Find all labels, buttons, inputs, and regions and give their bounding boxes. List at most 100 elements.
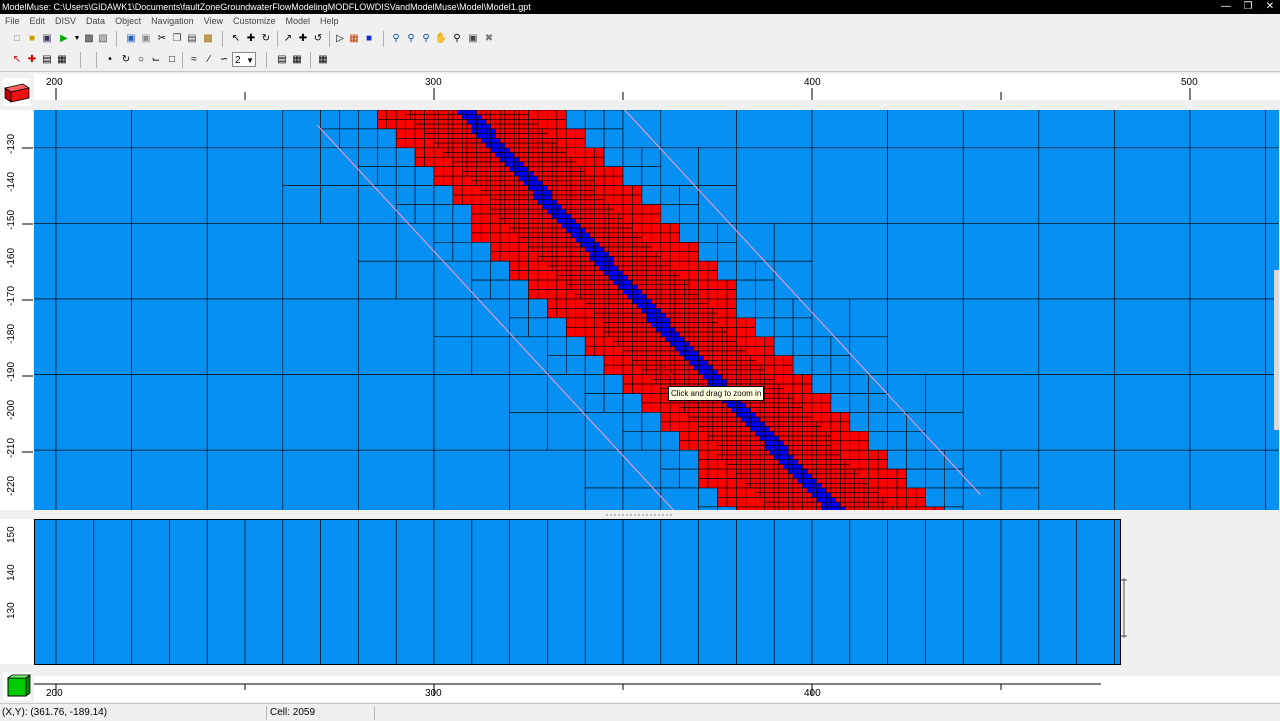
chevron-down-icon[interactable]: ▼ — [246, 53, 254, 68]
polyline-icon[interactable]: ↻ — [119, 53, 133, 67]
grid-cell — [414, 204, 435, 224]
grid-cell — [547, 279, 558, 290]
menu-customize[interactable]: Customize — [228, 14, 281, 28]
spreadsheet-icon[interactable]: ▦ — [316, 53, 330, 67]
select-object-icon[interactable]: ↖ — [10, 53, 24, 67]
menu-data[interactable]: Data — [81, 14, 110, 28]
view-splitter[interactable] — [0, 510, 1280, 519]
menu-help[interactable]: Help — [315, 14, 344, 28]
grid-cell — [660, 379, 666, 385]
grid-cell — [636, 360, 643, 366]
grid-cell — [466, 119, 473, 125]
pin-icon[interactable]: ✖ — [482, 32, 496, 46]
grid-cell — [617, 232, 624, 238]
grid-cell — [759, 421, 766, 427]
menu-view[interactable]: View — [199, 14, 228, 28]
new-icon[interactable]: □ — [10, 32, 24, 46]
menu-disv[interactable]: DISV — [50, 14, 81, 28]
grid-cell — [698, 355, 704, 361]
undo-icon[interactable]: ▣ — [124, 32, 138, 46]
print-icon[interactable]: ▧ — [96, 32, 110, 46]
grid-cell — [802, 440, 808, 446]
close-icon[interactable]: ✕ — [1264, 0, 1276, 14]
cross-section-icon[interactable]: ∕ — [202, 53, 216, 67]
grid-cell — [594, 223, 600, 229]
grid-cell — [698, 279, 709, 290]
grid-cell — [759, 473, 766, 479]
grid-select-icon[interactable]: ▦ — [55, 53, 69, 67]
pointer-icon[interactable]: ↖ — [229, 32, 243, 46]
menu-object[interactable]: Object — [110, 14, 146, 28]
menu-file[interactable]: File — [0, 14, 25, 28]
polygon-icon[interactable]: ○ — [134, 53, 148, 67]
zoom-icon[interactable]: ⚲ — [404, 32, 418, 46]
front-resize-handle-icon[interactable] — [1120, 578, 1128, 638]
front-grid[interactable] — [34, 519, 1121, 665]
select-vertex-icon[interactable]: ✚ — [25, 53, 39, 67]
lasso-icon[interactable]: ≈ — [187, 53, 201, 67]
vertical-scrollbar[interactable] — [1274, 270, 1279, 430]
straight-line-icon[interactable]: ⌙ — [149, 53, 163, 67]
grid-cell — [622, 374, 633, 385]
front-view-canvas[interactable] — [34, 519, 1121, 665]
grid-lines-icon[interactable]: ▤ — [40, 53, 54, 67]
grid-cell — [584, 110, 605, 130]
menu-edit[interactable]: Edit — [25, 14, 51, 28]
zoom-extents-icon[interactable]: ⚲ — [450, 32, 464, 46]
grid-cell — [707, 412, 714, 418]
zoom-out-icon[interactable]: ⚲ — [419, 32, 433, 46]
grid-cell — [674, 360, 680, 366]
menu-model[interactable]: Model — [280, 14, 315, 28]
grid-cell — [684, 407, 690, 413]
menu-navigation[interactable]: Navigation — [146, 14, 199, 28]
export-icon[interactable]: ▩ — [82, 32, 96, 46]
edit-vertex-icon[interactable]: ✚ — [244, 32, 258, 46]
reshape-icon[interactable]: ∽ — [217, 53, 231, 67]
redo-icon[interactable]: ▣ — [139, 32, 153, 46]
pan-icon[interactable]: ✋ — [434, 32, 448, 46]
grid-cell — [537, 119, 548, 130]
top-view-canvas[interactable] — [34, 110, 1279, 510]
add-point-icon[interactable]: ✚ — [296, 32, 310, 46]
grid-cell — [830, 355, 851, 375]
grid-cell — [731, 407, 737, 413]
grid-cell — [806, 482, 813, 489]
top-view-icon[interactable] — [3, 78, 31, 106]
grid-cell — [703, 421, 709, 427]
grid-cell — [518, 251, 529, 262]
grid-cell — [736, 364, 742, 371]
horizontal-grid-icon[interactable]: ▤ — [275, 53, 289, 67]
grid-cell — [769, 397, 775, 404]
restore-icon[interactable]: ❐ — [1242, 0, 1254, 14]
move-icon[interactable]: ↺ — [311, 32, 325, 46]
grid-cell — [433, 156, 444, 167]
grid-cell — [773, 397, 780, 404]
grid-cell — [528, 133, 534, 139]
color-grid-icon[interactable]: ▦ — [347, 32, 361, 46]
grid-icon[interactable]: ▩ — [201, 32, 215, 46]
open-icon[interactable]: ■ — [25, 32, 39, 46]
rectangle-icon[interactable]: □ — [165, 53, 179, 67]
point-icon[interactable]: • — [103, 53, 117, 67]
restore-view-icon[interactable]: ▣ — [466, 32, 480, 46]
grid-cell — [528, 246, 534, 253]
grid-cell — [565, 110, 586, 130]
grid-mode-icon[interactable]: ▦ — [290, 53, 304, 67]
info-icon[interactable]: ■ — [362, 32, 376, 46]
copy-icon[interactable]: ❐ — [170, 32, 184, 46]
minimize-icon[interactable]: — — [1220, 0, 1232, 14]
quadtree-grid[interactable] — [34, 110, 1279, 510]
run-icon[interactable]: ▶ — [57, 32, 71, 46]
front-view-icon[interactable] — [3, 672, 32, 700]
grid-cell — [580, 279, 586, 286]
rotate-icon[interactable]: ↻ — [259, 32, 273, 46]
cut-icon[interactable]: ✂ — [155, 32, 169, 46]
layer-select[interactable]: 2 ▼ — [232, 52, 256, 67]
grid-cell — [603, 208, 610, 215]
select-icon[interactable]: ↗ — [281, 32, 295, 46]
zoom-in-icon[interactable]: ⚲ — [389, 32, 403, 46]
import-icon[interactable]: ▷ — [333, 32, 347, 46]
grid-cell — [622, 298, 629, 305]
save-icon[interactable]: ▣ — [40, 32, 54, 46]
paste-icon[interactable]: ▤ — [185, 32, 199, 46]
